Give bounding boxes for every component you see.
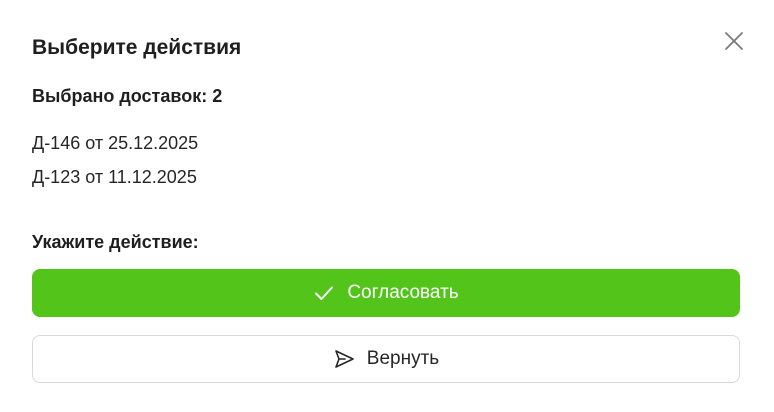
delivery-item: Д-123 от 11.12.2025 bbox=[32, 167, 197, 187]
approve-button[interactable]: Согласовать bbox=[32, 269, 740, 317]
close-icon bbox=[723, 30, 745, 52]
return-button[interactable]: Вернуть bbox=[32, 335, 740, 383]
action-dialog: Выберите действия Выбрано доставок: 2 Д-… bbox=[0, 0, 774, 412]
return-button-label: Вернуть bbox=[366, 348, 440, 369]
close-button[interactable] bbox=[720, 27, 748, 55]
approve-button-label: Согласовать bbox=[347, 282, 459, 303]
delivery-item: Д-146 от 25.12.2025 bbox=[32, 133, 199, 153]
action-prompt: Укажите действие: bbox=[32, 232, 199, 252]
send-icon bbox=[333, 348, 355, 370]
dialog-title: Выберите действия bbox=[32, 36, 242, 59]
selected-count-label: Выбрано доставок: 2 bbox=[32, 86, 223, 106]
check-icon bbox=[313, 282, 335, 304]
delivery-list: Д-146 от 25.12.2025 Д-123 от 11.12.2025 bbox=[32, 126, 198, 194]
